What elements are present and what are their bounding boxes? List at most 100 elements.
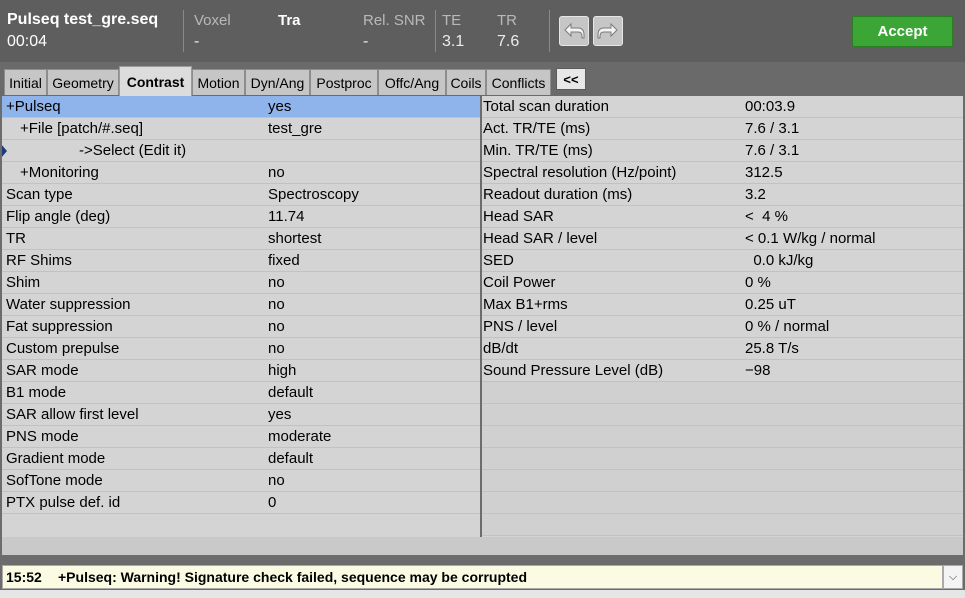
voxel-value: - bbox=[194, 33, 200, 50]
accept-button[interactable]: Accept bbox=[852, 16, 953, 47]
chevron-down-icon: ⌵ bbox=[948, 570, 958, 583]
collapse-button[interactable]: << bbox=[556, 68, 586, 90]
info-row: SED 0.0 kJ/kg bbox=[482, 250, 963, 272]
info-row: Readout duration (ms) 3.2 bbox=[482, 184, 963, 206]
info-value: 0 % / normal bbox=[745, 318, 830, 335]
info-name: Total scan duration bbox=[483, 98, 609, 115]
parameter-row[interactable]: PTX pulse def. id 0 bbox=[2, 492, 480, 514]
info-name: Sound Pressure Level (dB) bbox=[483, 362, 664, 379]
info-value: −98 bbox=[745, 362, 771, 379]
parameter-name: Shim bbox=[6, 274, 41, 291]
tr-value: 7.6 bbox=[497, 33, 520, 50]
info-row-empty bbox=[482, 404, 963, 426]
info-value: 0.25 uT bbox=[745, 296, 796, 313]
parameter-row[interactable]: Scan type Spectroscopy bbox=[2, 184, 480, 206]
tab-initial[interactable]: Initial bbox=[4, 69, 47, 95]
parameter-value: shortest bbox=[268, 230, 322, 247]
parameter-value: yes bbox=[268, 406, 292, 423]
info-value: 312.5 bbox=[745, 164, 783, 181]
parameter-row[interactable]: +Pulseq yes bbox=[2, 96, 480, 118]
tab-offc-ang[interactable]: Offc/Ang bbox=[378, 69, 446, 95]
info-name: PNS / level bbox=[483, 318, 558, 335]
parameter-name: SAR allow first level bbox=[6, 406, 139, 423]
tab-dyn-ang[interactable]: Dyn/Ang bbox=[245, 69, 310, 95]
parameter-row[interactable]: ->Select (Edit it) bbox=[2, 140, 480, 162]
parameter-name: SofTone mode bbox=[6, 472, 103, 489]
parameter-row[interactable]: Water suppression no bbox=[2, 294, 480, 316]
parameter-name: SAR mode bbox=[6, 362, 79, 379]
parameter-row[interactable]: SofTone mode no bbox=[2, 470, 480, 492]
parameter-row[interactable]: Shim no bbox=[2, 272, 480, 294]
info-name: Min. TR/TE (ms) bbox=[483, 142, 593, 159]
info-name: SED bbox=[483, 252, 514, 269]
parameter-name: Custom prepulse bbox=[6, 340, 120, 357]
parameter-row[interactable]: SAR mode high bbox=[2, 360, 480, 382]
parameter-value: high bbox=[268, 362, 297, 379]
undo-button[interactable] bbox=[559, 16, 589, 46]
info-value: 00:03.9 bbox=[745, 98, 796, 115]
info-name: Head SAR / level bbox=[483, 230, 598, 247]
parameter-name: +File [patch/#.seq] bbox=[20, 120, 143, 137]
info-row: Total scan duration 00:03.9 bbox=[482, 96, 963, 118]
parameter-row[interactable]: PNS mode moderate bbox=[2, 426, 480, 448]
info-value: 7.6 / 3.1 bbox=[745, 142, 800, 159]
tab-conflicts[interactable]: Conflicts bbox=[486, 69, 551, 95]
status-message-bar: 15:52 +Pulseq: Warning! Signature check … bbox=[2, 565, 943, 589]
parameter-value: yes bbox=[268, 98, 292, 115]
snr-label: Rel. SNR bbox=[363, 12, 426, 29]
info-value: 7.6 / 3.1 bbox=[745, 120, 800, 137]
snr-value: - bbox=[363, 33, 369, 50]
info-name: dB/dt bbox=[483, 340, 519, 357]
tr-label: TR bbox=[497, 12, 517, 29]
info-row: Head SAR < 4 % bbox=[482, 206, 963, 228]
parameter-row[interactable]: Flip angle (deg) 11.74 bbox=[2, 206, 480, 228]
tab-coils[interactable]: Coils bbox=[446, 69, 486, 95]
parameter-value: no bbox=[268, 164, 285, 181]
parameter-value: no bbox=[268, 296, 285, 313]
tab-postproc[interactable]: Postproc bbox=[310, 69, 378, 95]
header-divider bbox=[549, 10, 550, 52]
parameter-row[interactable]: B1 mode default bbox=[2, 382, 480, 404]
parameter-value: default bbox=[268, 450, 314, 467]
header-bar: Pulseq test_gre.seq 00:04 Voxel - Tra Re… bbox=[0, 0, 965, 62]
parameter-row[interactable]: +Monitoring no bbox=[2, 162, 480, 184]
parameter-name: PTX pulse def. id bbox=[6, 494, 121, 511]
info-name: Head SAR bbox=[483, 208, 554, 225]
footer-strip bbox=[0, 590, 965, 598]
parameter-row[interactable]: Custom prepulse no bbox=[2, 338, 480, 360]
parameter-name: Gradient mode bbox=[6, 450, 106, 467]
tab-bar: Initial Geometry Contrast Motion Dyn/Ang… bbox=[0, 62, 965, 96]
info-value: < 0.1 W/kg / normal bbox=[745, 230, 876, 247]
parameter-row[interactable]: +File [patch/#.seq] test_gre bbox=[2, 118, 480, 140]
parameter-name: TR bbox=[6, 230, 26, 247]
parameter-value: no bbox=[268, 318, 285, 335]
parameter-row[interactable]: Gradient mode default bbox=[2, 448, 480, 470]
parameter-name: ->Select (Edit it) bbox=[79, 142, 187, 159]
info-row: Coil Power 0 % bbox=[482, 272, 963, 294]
tab-motion[interactable]: Motion bbox=[192, 69, 245, 95]
voxel-label: Voxel bbox=[194, 12, 231, 29]
parameter-name: PNS mode bbox=[6, 428, 79, 445]
parameter-name: B1 mode bbox=[6, 384, 67, 401]
header-divider bbox=[435, 10, 436, 52]
parameter-row[interactable]: SAR allow first level yes bbox=[2, 404, 480, 426]
scan-title: Pulseq test_gre.seq bbox=[7, 11, 159, 28]
parameter-value: Spectroscopy bbox=[268, 186, 359, 203]
parameter-row[interactable]: Fat suppression no bbox=[2, 316, 480, 338]
parameter-value: no bbox=[268, 340, 285, 357]
parameter-row[interactable]: TR shortest bbox=[2, 228, 480, 250]
te-value: 3.1 bbox=[442, 33, 465, 50]
te-label: TE bbox=[442, 12, 462, 29]
info-row-empty bbox=[482, 492, 963, 514]
redo-button[interactable] bbox=[593, 16, 623, 46]
info-value: 0 % bbox=[745, 274, 771, 291]
info-row: Sound Pressure Level (dB) −98 bbox=[482, 360, 963, 382]
info-value: 0.0 kJ/kg bbox=[745, 252, 814, 269]
parameter-row[interactable]: RF Shims fixed bbox=[2, 250, 480, 272]
tab-geometry[interactable]: Geometry bbox=[47, 69, 119, 95]
info-list: Total scan duration 00:03.9 Act. TR/TE (m… bbox=[482, 96, 963, 537]
info-name: Spectral resolution (Hz/point) bbox=[483, 164, 677, 181]
status-dropdown-button[interactable]: ⌵ bbox=[943, 565, 963, 589]
panel-footer bbox=[2, 537, 963, 555]
tab-contrast[interactable]: Contrast bbox=[119, 66, 192, 96]
